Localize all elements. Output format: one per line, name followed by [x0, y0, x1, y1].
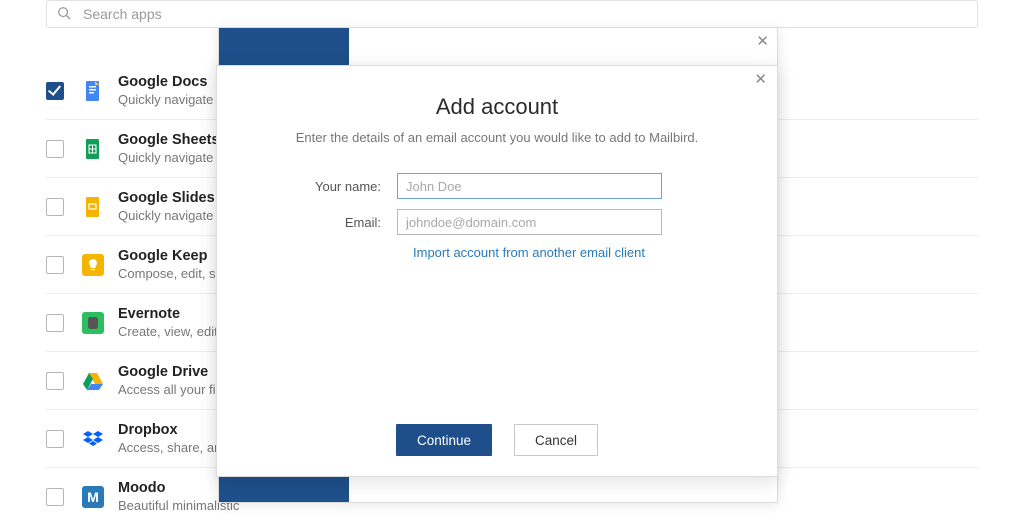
- name-label: Your name:: [257, 179, 397, 194]
- moodo-icon: M: [82, 486, 104, 508]
- dropbox-icon: [82, 428, 104, 450]
- search-input[interactable]: [83, 6, 967, 22]
- google-drive-icon: [82, 370, 104, 392]
- continue-button[interactable]: Continue: [396, 424, 492, 456]
- google-slides-icon: [82, 196, 104, 218]
- evernote-icon: [82, 312, 104, 334]
- app-checkbox[interactable]: [46, 430, 64, 448]
- cancel-button[interactable]: Cancel: [514, 424, 598, 456]
- email-input[interactable]: [397, 209, 662, 235]
- search-icon: [57, 6, 83, 23]
- google-docs-icon: [82, 80, 104, 102]
- app-checkbox[interactable]: [46, 372, 64, 390]
- email-label: Email:: [257, 215, 397, 230]
- app-checkbox[interactable]: [46, 82, 64, 100]
- google-sheets-icon: [82, 138, 104, 160]
- google-keep-icon: [82, 254, 104, 276]
- add-account-modal: ✕ Add account Enter the details of an em…: [216, 65, 778, 477]
- search-bar[interactable]: [46, 0, 978, 28]
- close-icon[interactable]: ✕: [756, 34, 769, 49]
- app-checkbox[interactable]: [46, 140, 64, 158]
- app-checkbox[interactable]: [46, 198, 64, 216]
- modal-title: Add account: [257, 94, 737, 120]
- app-checkbox[interactable]: [46, 488, 64, 506]
- import-link[interactable]: Import account from another email client: [413, 245, 645, 260]
- name-input[interactable]: [397, 173, 662, 199]
- app-checkbox[interactable]: [46, 314, 64, 332]
- app-checkbox[interactable]: [46, 256, 64, 274]
- close-icon[interactable]: ✕: [754, 72, 767, 87]
- modal-subtitle: Enter the details of an email account yo…: [257, 130, 737, 145]
